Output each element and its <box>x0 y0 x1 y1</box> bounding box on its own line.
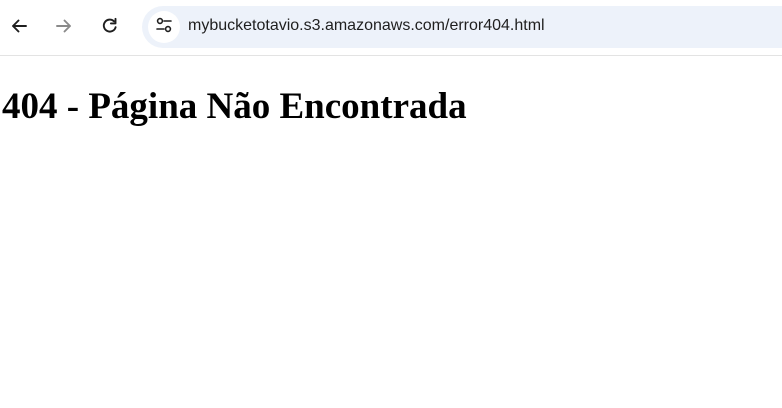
url-text[interactable]: mybucketotavio.s3.amazonaws.com/error404… <box>188 17 545 35</box>
back-button[interactable] <box>3 10 35 42</box>
reload-icon <box>100 16 120 36</box>
page-content: 404 - Página Não Encontrada <box>0 57 782 408</box>
page-title: 404 - Página Não Encontrada <box>2 86 467 127</box>
tune-icon <box>154 15 174 40</box>
site-info-button[interactable] <box>148 11 180 43</box>
arrow-left-icon <box>9 16 29 36</box>
browser-toolbar: mybucketotavio.s3.amazonaws.com/error404… <box>0 0 782 56</box>
forward-button[interactable] <box>48 10 80 42</box>
arrow-right-icon <box>54 16 74 36</box>
address-bar[interactable]: mybucketotavio.s3.amazonaws.com/error404… <box>142 6 782 48</box>
reload-button[interactable] <box>94 10 126 42</box>
